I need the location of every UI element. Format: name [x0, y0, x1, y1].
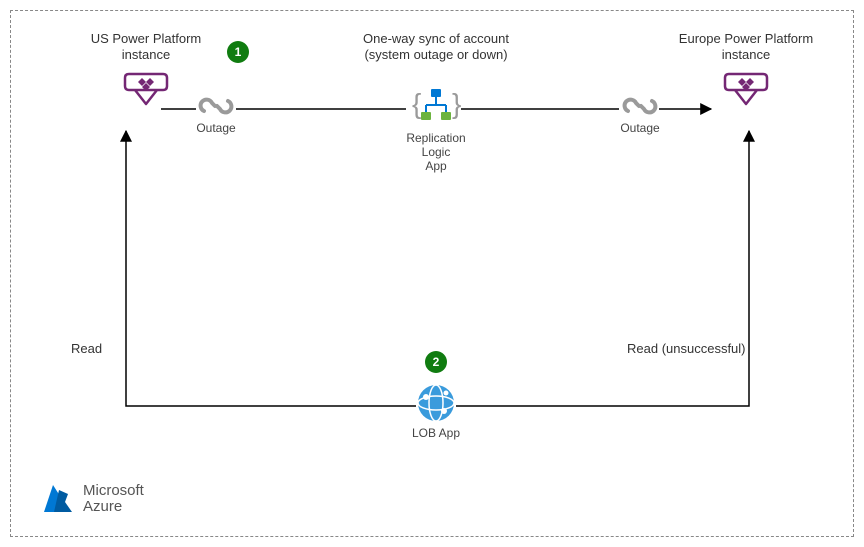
outage-right-label: Outage [615, 121, 665, 135]
sync-title-l2: (system outage or down) [331, 47, 541, 63]
branding-ms: Microsoft [83, 483, 144, 500]
outage-left-node: Outage [191, 91, 241, 135]
svg-text:{: { [412, 88, 421, 119]
us-power-platform-label-2: instance [71, 47, 221, 63]
us-power-platform-label-1: US Power Platform [71, 31, 221, 47]
replication-logic-app-label-1: Replication Logic [401, 131, 471, 159]
eu-power-platform-label-1: Europe Power Platform [651, 31, 841, 47]
architecture-diagram: US Power Platform instance 1 One-way syn… [10, 10, 854, 537]
read-left-label: Read [71, 341, 102, 357]
branding-azure: Azure [83, 499, 144, 516]
step-badge-2: 2 [425, 351, 447, 373]
eu-power-platform-label-2: instance [651, 47, 841, 63]
azure-branding: Microsoft Azure [41, 482, 144, 516]
power-platform-icon [121, 68, 171, 110]
sync-title-l1: One-way sync of account [331, 31, 541, 47]
outage-right-node: Outage [615, 91, 665, 135]
outage-left-label: Outage [191, 121, 241, 135]
lob-app-label: LOB App [409, 426, 463, 440]
broken-link-icon [198, 91, 234, 121]
azure-logo-icon [41, 482, 75, 516]
power-platform-icon [721, 68, 771, 110]
app-service-icon [416, 383, 456, 423]
broken-link-icon [622, 91, 658, 121]
svg-text:}: } [452, 88, 461, 119]
sync-title: One-way sync of account (system outage o… [331, 31, 541, 62]
replication-logic-app-node: { } Replication Logic App [401, 85, 471, 173]
replication-logic-app-label-2: App [401, 159, 471, 173]
eu-power-platform-node: Europe Power Platform instance [651, 31, 841, 110]
read-right-label: Read (unsuccessful) [627, 341, 746, 357]
step-badge-1: 1 [227, 41, 249, 63]
lob-app-node: LOB App [409, 383, 463, 440]
logic-app-icon: { } [408, 85, 464, 129]
